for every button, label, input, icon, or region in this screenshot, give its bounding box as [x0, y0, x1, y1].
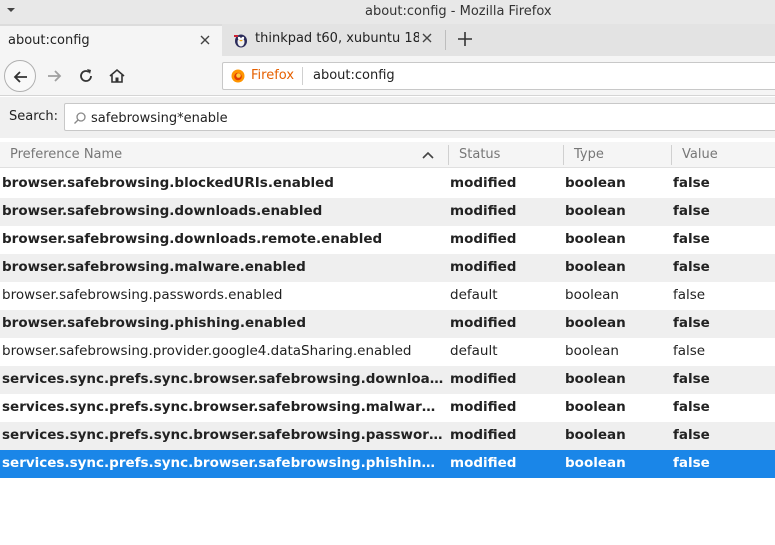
column-header-status[interactable]: Status [459, 147, 500, 162]
pref-type: boolean [565, 427, 626, 443]
table-row[interactable]: services.sync.prefs.sync.browser.safebro… [0, 394, 775, 422]
pref-value: false [673, 231, 710, 247]
pref-type: boolean [565, 455, 626, 471]
pref-name: browser.safebrowsing.malware.enabled [2, 259, 306, 275]
home-icon [109, 68, 125, 83]
column-divider[interactable] [671, 145, 672, 165]
pref-status: modified [450, 175, 517, 191]
table-row[interactable]: browser.safebrowsing.blockedURIs.enabled… [0, 170, 775, 198]
close-tab-icon[interactable] [198, 33, 212, 47]
reload-icon [80, 69, 92, 82]
pref-status: default [450, 287, 498, 303]
pref-name: services.sync.prefs.sync.browser.safebro… [2, 455, 444, 471]
table-row[interactable]: browser.safebrowsing.downloads.remote.en… [0, 226, 775, 254]
pref-type: boolean [565, 315, 626, 331]
back-button[interactable] [4, 60, 36, 92]
search-input[interactable] [91, 108, 771, 128]
pref-name: services.sync.prefs.sync.browser.safebro… [2, 399, 444, 415]
pref-type: boolean [565, 259, 626, 275]
tab-about-config[interactable]: about:config [0, 24, 222, 56]
tab-thinkpad[interactable]: thinkpad t60, xubuntu 18.04 [223, 24, 444, 56]
pref-value: false [673, 371, 710, 387]
pref-name: browser.safebrowsing.blockedURIs.enabled [2, 175, 334, 191]
pref-status: modified [450, 455, 517, 471]
pref-name: browser.safebrowsing.downloads.remote.en… [2, 231, 383, 247]
pref-value: false [673, 399, 710, 415]
pref-value: false [673, 427, 710, 443]
pref-type: boolean [565, 399, 626, 415]
identity-label[interactable]: Firefox [251, 68, 294, 83]
pref-value: false [673, 259, 710, 275]
table-row[interactable]: browser.safebrowsing.malware.enabled mod… [0, 254, 775, 282]
sort-ascending-icon[interactable] [421, 149, 435, 161]
tab-label: about:config [8, 33, 90, 48]
table-row[interactable]: browser.safebrowsing.downloads.enabled m… [0, 198, 775, 226]
url-separator [302, 67, 303, 85]
column-header-value[interactable]: Value [682, 147, 718, 162]
close-tab-icon[interactable] [420, 31, 434, 45]
search-label: Search: [9, 109, 59, 124]
url-bar[interactable]: Firefox about:config [222, 62, 775, 90]
pref-name: browser.safebrowsing.provider.google4.da… [2, 343, 412, 359]
pref-type: boolean [565, 175, 626, 191]
pref-status: default [450, 343, 498, 359]
url-text[interactable]: about:config [313, 68, 395, 83]
column-divider[interactable] [563, 145, 564, 165]
window-title: about:config - Mozilla Firefox [365, 4, 552, 19]
new-tab-icon[interactable] [455, 29, 475, 49]
pref-status: modified [450, 259, 517, 275]
pref-status: modified [450, 315, 517, 331]
reload-button[interactable] [70, 60, 100, 92]
forward-button[interactable] [38, 60, 68, 92]
tab-label: thinkpad t60, xubuntu 18.04 [255, 31, 419, 46]
pref-value: false [673, 315, 710, 331]
pref-status: modified [450, 203, 517, 219]
column-header: Preference Name Status Type Value [0, 142, 775, 168]
pref-value: false [673, 455, 710, 471]
table-row[interactable]: browser.safebrowsing.passwords.enabled d… [0, 282, 775, 310]
pref-name: browser.safebrowsing.phishing.enabled [2, 315, 306, 331]
search-box[interactable] [64, 103, 775, 131]
column-header-name[interactable]: Preference Name [10, 147, 122, 162]
pref-status: modified [450, 399, 517, 415]
pref-name: services.sync.prefs.sync.browser.safebro… [2, 427, 444, 443]
table-row[interactable]: services.sync.prefs.sync.browser.safebro… [0, 366, 775, 394]
pref-status: modified [450, 371, 517, 387]
column-header-type[interactable]: Type [574, 147, 604, 162]
column-divider[interactable] [448, 145, 449, 165]
pref-name: browser.safebrowsing.passwords.enabled [2, 287, 283, 303]
pref-value: false [673, 287, 706, 303]
pref-status: modified [450, 231, 517, 247]
search-icon [74, 112, 86, 124]
preferences-table: browser.safebrowsing.blockedURIs.enabled… [0, 170, 775, 478]
table-row[interactable]: services.sync.prefs.sync.browser.safebro… [0, 422, 775, 450]
pref-value: false [673, 343, 706, 359]
table-row-selected[interactable]: services.sync.prefs.sync.browser.safebro… [0, 450, 775, 478]
pref-name: browser.safebrowsing.downloads.enabled [2, 203, 323, 219]
home-button[interactable] [101, 60, 131, 92]
pref-type: boolean [565, 203, 626, 219]
pref-value: false [673, 203, 710, 219]
pref-type: boolean [565, 371, 626, 387]
tab-bar: about:config thinkpad t60, xubuntu 18.04 [0, 24, 775, 56]
firefox-icon [231, 69, 245, 83]
table-row[interactable]: browser.safebrowsing.phishing.enabled mo… [0, 310, 775, 338]
pref-status: modified [450, 427, 517, 443]
pref-value: false [673, 175, 710, 191]
search-row: Search: [0, 97, 775, 138]
penguin-icon [234, 34, 247, 48]
forward-arrow-icon [48, 70, 62, 82]
pref-type: boolean [565, 287, 619, 303]
pref-type: boolean [565, 343, 619, 359]
table-row[interactable]: browser.safebrowsing.provider.google4.da… [0, 338, 775, 366]
pref-type: boolean [565, 231, 626, 247]
back-arrow-icon [13, 71, 27, 83]
tab-divider [445, 30, 446, 50]
pref-name: services.sync.prefs.sync.browser.safebro… [2, 371, 444, 387]
title-bar: about:config - Mozilla Firefox [0, 0, 775, 24]
